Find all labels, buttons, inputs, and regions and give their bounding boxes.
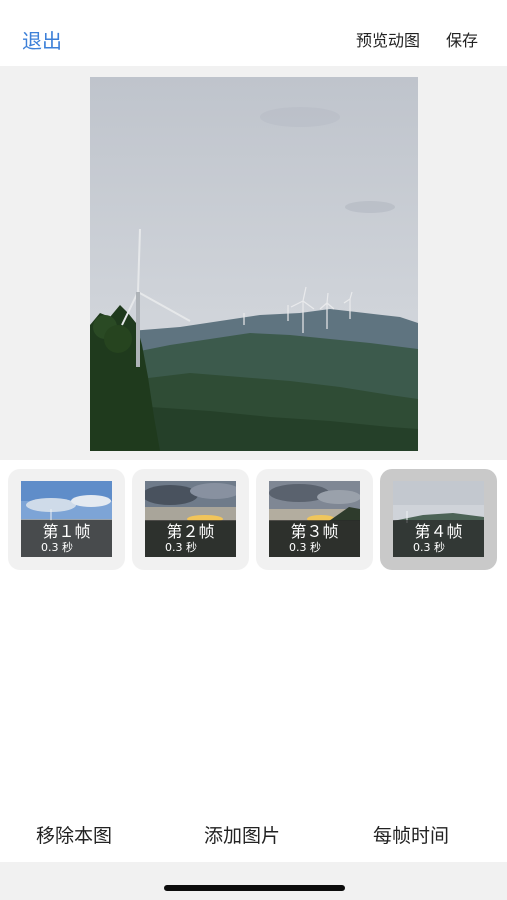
frame-card[interactable]: 第１帧 0.3 秒 (8, 469, 125, 570)
frame-title: 第１帧 (42, 522, 91, 541)
bottom-toolbar: 移除本图 添加图片 每帧时间 (0, 810, 507, 862)
frame-card-selected[interactable]: 第４帧 0.3 秒 (380, 469, 497, 570)
frame-strip: 第１帧 0.3 秒 第２帧 0.3 秒 第３帧 0.3 秒 第４帧 0.3 秒 (0, 460, 507, 580)
frame-duration: 0.3 秒 (41, 541, 73, 554)
save-button[interactable]: 保存 (446, 30, 478, 52)
frame-title: 第３帧 (290, 522, 339, 541)
frame-duration: 0.3 秒 (165, 541, 197, 554)
add-image-button[interactable]: 添加图片 (204, 822, 280, 850)
frame-label: 第２帧 0.3 秒 (145, 520, 236, 557)
frame-label: 第３帧 0.3 秒 (269, 520, 360, 557)
frame-label: 第１帧 0.3 秒 (21, 520, 112, 557)
frame-duration: 0.3 秒 (413, 541, 445, 554)
preview-animation-button[interactable]: 预览动图 (356, 30, 420, 52)
remove-image-button[interactable]: 移除本图 (36, 822, 112, 850)
frame-title: 第４帧 (414, 522, 463, 541)
frame-title: 第２帧 (166, 522, 215, 541)
frame-card[interactable]: 第２帧 0.3 秒 (132, 469, 249, 570)
frame-card[interactable]: 第３帧 0.3 秒 (256, 469, 373, 570)
home-indicator-area (0, 862, 507, 900)
main-preview-image (90, 77, 418, 451)
preview-area (0, 66, 507, 460)
exit-button[interactable]: 退出 (22, 27, 62, 55)
frame-duration: 0.3 秒 (289, 541, 321, 554)
frame-label: 第４帧 0.3 秒 (393, 520, 484, 557)
frame-time-button[interactable]: 每帧时间 (373, 822, 449, 850)
home-indicator[interactable] (164, 885, 345, 891)
top-bar: 退出 预览动图 保存 (0, 0, 507, 66)
